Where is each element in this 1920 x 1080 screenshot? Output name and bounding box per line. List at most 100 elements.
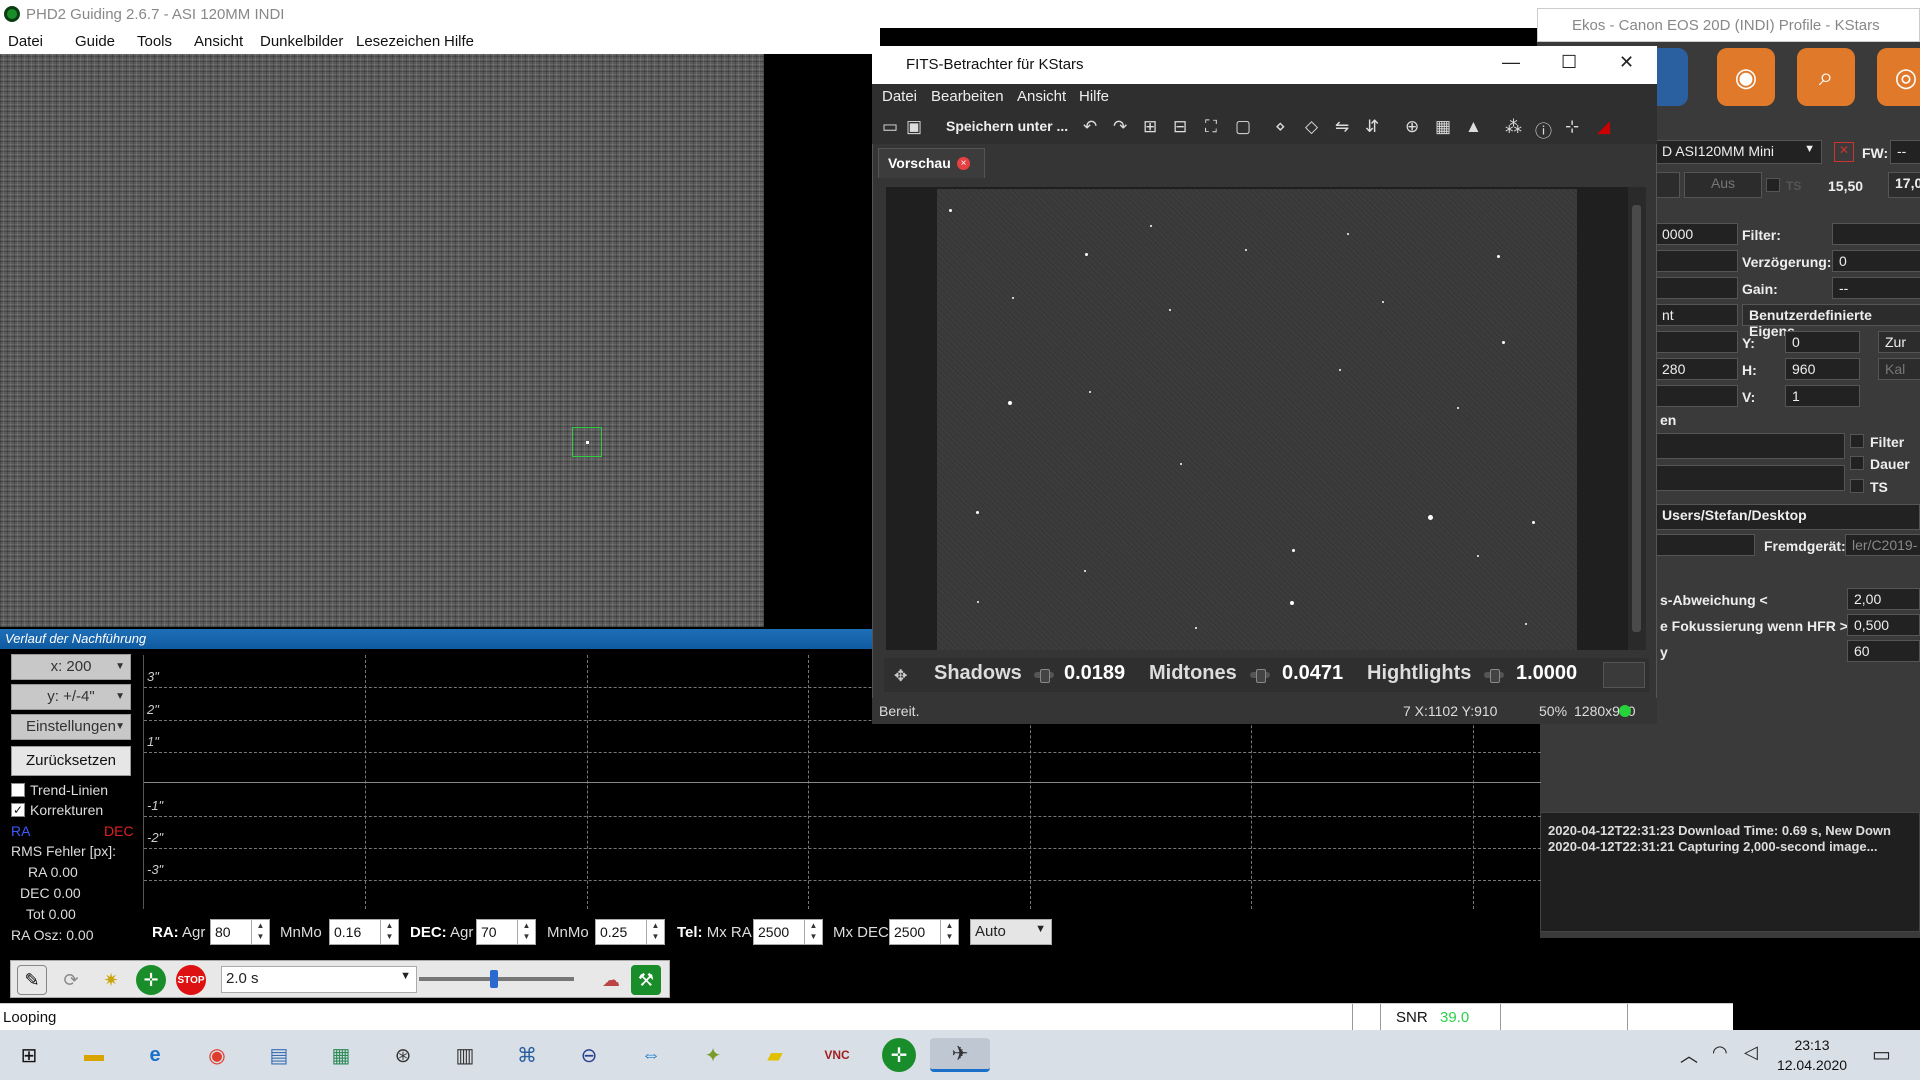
ra-agr-stepper[interactable]: 80 ▲ ▼ bbox=[210, 919, 270, 945]
astro-app-icon[interactable]: ✦ bbox=[696, 1038, 730, 1072]
equipment-icon[interactable]: ⚒ bbox=[631, 965, 661, 995]
phd-menu-guide[interactable]: Guide bbox=[75, 33, 115, 50]
ekos-x-field[interactable] bbox=[1655, 331, 1738, 353]
sticky-notes-icon[interactable]: ▰ bbox=[758, 1038, 792, 1072]
kstars-taskbar-icon[interactable]: ✈ bbox=[930, 1038, 990, 1072]
settings-select[interactable]: Einstellungen ▼ bbox=[11, 714, 131, 740]
ekos-ts-checkbox[interactable] bbox=[1766, 178, 1780, 192]
fits-image[interactable] bbox=[937, 189, 1577, 650]
close-tab-icon[interactable]: × bbox=[957, 157, 970, 170]
ekos-script-field[interactable] bbox=[1655, 465, 1845, 491]
target-icon[interactable]: ⊹ bbox=[1565, 117, 1579, 137]
flip-horizontal-icon[interactable]: ⇋ bbox=[1335, 117, 1349, 137]
ekos-ccd-select[interactable]: D ASI120MM Mini ▼ bbox=[1655, 140, 1822, 164]
ekos-hfr-field[interactable]: 0,500 bbox=[1847, 614, 1920, 636]
y-scale-select[interactable]: y: +/-4" ▼ bbox=[11, 684, 131, 710]
ekos-fw-select[interactable]: -- bbox=[1890, 140, 1920, 164]
ekos-gain-field[interactable]: -- bbox=[1832, 277, 1920, 299]
phd-camera-image[interactable] bbox=[0, 54, 764, 627]
ekos-directory-field[interactable]: Users/Stefan/Desktop bbox=[1655, 504, 1920, 530]
fits-menu-hilfe[interactable]: Hilfe bbox=[1079, 88, 1109, 105]
guide-star-box[interactable] bbox=[572, 427, 602, 457]
phd-menu-dunkelbilder[interactable]: Dunkelbilder bbox=[260, 33, 343, 50]
info-icon[interactable]: ⓘ bbox=[1535, 117, 1552, 142]
ekos-prefix-field[interactable] bbox=[1655, 433, 1845, 459]
zoom-in-icon[interactable]: ⊞ bbox=[1143, 117, 1157, 137]
wifi-icon[interactable]: ◠ bbox=[1712, 1042, 1728, 1063]
ekos-focus-tab-icon[interactable]: ⌕ bbox=[1797, 48, 1855, 106]
pan-icon[interactable]: ✥ bbox=[894, 666, 907, 686]
gamma-slider-handle[interactable] bbox=[490, 970, 498, 988]
save-as-button[interactable]: Speichern unter ... bbox=[946, 118, 1068, 134]
ra-mnmo-stepper[interactable]: 0.16 ▲ ▼ bbox=[329, 919, 399, 945]
phd-menu-ansicht[interactable]: Ansicht bbox=[194, 33, 243, 50]
objects-icon[interactable]: ⁂ bbox=[1505, 117, 1522, 137]
ekos-interval-field[interactable]: 60 bbox=[1847, 640, 1920, 662]
corrections-checkbox[interactable]: ✓ bbox=[11, 803, 25, 817]
red-filter-icon[interactable]: ◢ bbox=[1597, 117, 1610, 137]
ekos-upload-mode-select[interactable] bbox=[1655, 534, 1755, 556]
ekos-binx-field[interactable] bbox=[1655, 385, 1738, 407]
ekos-h-field[interactable]: 960 bbox=[1785, 358, 1860, 380]
ekos-type-select[interactable] bbox=[1655, 277, 1738, 299]
phd-menu-hilfe[interactable]: Hilfe bbox=[444, 33, 474, 50]
guide-button[interactable]: ✛ bbox=[136, 965, 166, 995]
ekos-temp-target[interactable]: 17,0 bbox=[1888, 172, 1920, 198]
ekos-camera-tab-icon[interactable]: ◉ bbox=[1717, 48, 1775, 106]
chrome-icon[interactable]: ◉ bbox=[200, 1038, 234, 1072]
ekos-filter-checkbox[interactable] bbox=[1850, 434, 1864, 448]
phd2-taskbar-icon[interactable]: ✛ bbox=[882, 1038, 916, 1072]
dec-mnmo-stepper[interactable]: 0.25 ▲ ▼ bbox=[595, 919, 665, 945]
ekos-reset-button[interactable]: Zur bbox=[1878, 331, 1920, 353]
ekos-exposure-field[interactable]: 0000 bbox=[1655, 223, 1738, 245]
network-app-icon[interactable]: ⌘ bbox=[510, 1038, 544, 1072]
ekos-cooler-on[interactable] bbox=[1655, 172, 1680, 198]
vnc-icon[interactable]: VNC bbox=[820, 1038, 854, 1072]
app-icon[interactable]: ▤ bbox=[262, 1038, 296, 1072]
fits-menu-ansicht[interactable]: Ansicht bbox=[1017, 88, 1066, 105]
trash-icon[interactable]: ✕ bbox=[1834, 142, 1854, 162]
tab-preview[interactable]: Vorschau × bbox=[878, 148, 985, 178]
undo-icon[interactable]: ↶ bbox=[1083, 117, 1097, 137]
clock[interactable]: 23:13 12.04.2020 bbox=[1772, 1030, 1852, 1080]
save-icon[interactable]: ▣ bbox=[906, 117, 922, 137]
ekos-delay-field[interactable]: 0 bbox=[1832, 250, 1920, 272]
notification-icon[interactable]: ▭ bbox=[1872, 1042, 1891, 1067]
volume-icon[interactable]: ◁ bbox=[1744, 1042, 1758, 1063]
ekos-v-field[interactable]: 1 bbox=[1785, 385, 1860, 407]
x-scale-select[interactable]: x: 200 ▼ bbox=[11, 654, 131, 680]
fits-scrollbar[interactable] bbox=[1628, 187, 1646, 650]
eclipse-icon[interactable]: ⊖ bbox=[572, 1038, 606, 1072]
teamviewer-icon[interactable]: ⇔ bbox=[634, 1038, 668, 1072]
fits-menu-bearbeiten[interactable]: Bearbeiten bbox=[931, 88, 1004, 105]
ekos-y-field[interactable]: 0 bbox=[1785, 331, 1860, 353]
brain-icon[interactable]: ☁ bbox=[596, 965, 626, 995]
auto-stretch-icon[interactable]: ◇ bbox=[1305, 117, 1318, 137]
flip-vertical-icon[interactable]: ⇵ bbox=[1365, 117, 1379, 137]
phd-menu-datei[interactable]: Datei bbox=[8, 33, 43, 50]
stretch-apply-button[interactable] bbox=[1603, 662, 1645, 688]
dec-mode-select[interactable]: Auto ▼ bbox=[970, 919, 1052, 945]
ekos-align-tab-icon[interactable]: ◎ bbox=[1877, 48, 1920, 106]
ekos-count-field[interactable] bbox=[1655, 250, 1738, 272]
ekos-dauer-checkbox[interactable] bbox=[1850, 456, 1864, 470]
stop-button[interactable]: STOP bbox=[176, 965, 206, 995]
phd-menu-tools[interactable]: Tools bbox=[137, 33, 172, 50]
mxra-stepper[interactable]: 2500 ▲ ▼ bbox=[753, 919, 823, 945]
ekos-filter-select[interactable] bbox=[1832, 223, 1920, 245]
minimize-icon[interactable]: — bbox=[1502, 52, 1520, 73]
ekos-ts-checkbox-2[interactable] bbox=[1850, 479, 1864, 493]
grid-icon[interactable]: ▦ bbox=[1435, 117, 1451, 137]
ekos-calibrate-button[interactable]: Kal bbox=[1878, 358, 1920, 380]
midtones-slider[interactable] bbox=[1250, 669, 1270, 683]
lock-app-icon[interactable]: ⊛ bbox=[386, 1038, 420, 1072]
open-folder-icon[interactable]: ▭ bbox=[882, 117, 898, 137]
auto-select-star-button[interactable]: ✷ bbox=[96, 965, 126, 995]
eq-grid-icon[interactable]: ▲ bbox=[1465, 117, 1482, 137]
zoom-fit-icon[interactable]: ⛶ bbox=[1205, 117, 1217, 137]
mark-stars-icon[interactable]: ⋄ bbox=[1275, 117, 1286, 137]
tray-chevron-icon[interactable]: ︿ bbox=[1680, 1042, 1698, 1068]
highlights-slider[interactable] bbox=[1484, 669, 1504, 683]
fits-scrollbar-thumb[interactable] bbox=[1632, 205, 1641, 632]
ekos-custom-props-button[interactable]: Benutzerdefinierte Eigens bbox=[1742, 304, 1920, 339]
